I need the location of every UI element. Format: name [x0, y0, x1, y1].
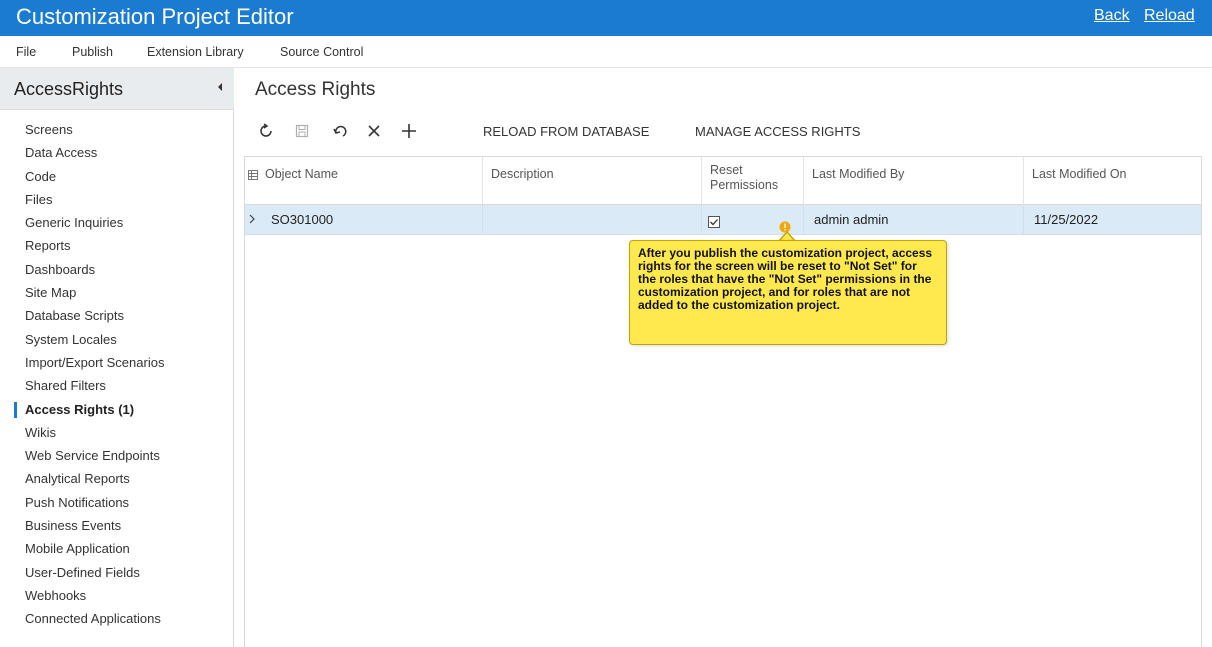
menu-bar: File Publish Extension Library Source Co…: [0, 36, 1212, 68]
add-icon[interactable]: [398, 120, 420, 142]
sidebar-item-wikis[interactable]: Wikis: [0, 421, 234, 444]
sidebar-item-business-events[interactable]: Business Events: [0, 514, 234, 537]
main-content: Access Rights RELOAD FROM DATABASE MANAG…: [235, 68, 1212, 647]
sidebar-item-database-scripts[interactable]: Database Scripts: [0, 304, 234, 327]
access-rights-grid: Object Name Description Reset Permission…: [244, 156, 1202, 647]
sidebar-item-site-map[interactable]: Site Map: [0, 281, 234, 304]
sidebar-item-screens[interactable]: Screens: [0, 118, 234, 141]
grid-header: Object Name Description Reset Permission…: [245, 157, 1201, 205]
reset-permissions-checkbox[interactable]: [708, 209, 720, 239]
menu-extension-library[interactable]: Extension Library: [147, 45, 244, 59]
sidebar-item-web-service-endpoints[interactable]: Web Service Endpoints: [0, 444, 234, 467]
manage-access-rights-button[interactable]: MANAGE ACCESS RIGHTS: [695, 124, 860, 139]
sidebar-header: AccessRights: [0, 68, 234, 110]
reload-from-database-button[interactable]: RELOAD FROM DATABASE: [483, 124, 649, 139]
collapse-sidebar-icon[interactable]: [216, 82, 228, 96]
sidebar-item-data-access[interactable]: Data Access: [0, 141, 234, 164]
sidebar-item-dashboards[interactable]: Dashboards: [0, 258, 234, 281]
refresh-icon[interactable]: [255, 120, 277, 142]
cell-object-name[interactable]: SO301000: [263, 205, 483, 235]
cell-description[interactable]: [483, 205, 702, 235]
column-reset-permissions[interactable]: Reset Permissions: [702, 157, 804, 205]
sidebar-item-generic-inquiries[interactable]: Generic Inquiries: [0, 211, 234, 234]
sidebar-item-import-export-scenarios[interactable]: Import/Export Scenarios: [0, 351, 234, 374]
column-last-modified-on[interactable]: Last Modified On: [1024, 157, 1201, 205]
sidebar: AccessRights Screens Data Access Code Files…: [0, 68, 234, 647]
delete-icon[interactable]: [363, 120, 385, 142]
cell-last-modified-on[interactable]: 11/25/2022: [1024, 205, 1201, 235]
project-name: AccessRights: [14, 79, 124, 99]
sidebar-item-code[interactable]: Code: [0, 165, 234, 188]
sidebar-item-analytical-reports[interactable]: Analytical Reports: [0, 467, 234, 490]
column-object-name[interactable]: Object Name: [257, 157, 483, 205]
sidebar-item-push-notifications[interactable]: Push Notifications: [0, 491, 234, 514]
sidebar-item-reports[interactable]: Reports: [0, 234, 234, 257]
reload-link[interactable]: Reload: [1144, 7, 1195, 25]
sidebar-item-connected-applications[interactable]: Connected Applications: [0, 607, 234, 630]
sidebar-item-user-defined-fields[interactable]: User-Defined Fields: [0, 561, 234, 584]
table-row[interactable]: SO301000 admin admin 11/25/2022: [245, 205, 1201, 235]
back-link[interactable]: Back: [1094, 7, 1130, 25]
menu-file[interactable]: File: [16, 45, 36, 59]
expand-row-icon[interactable]: [245, 205, 263, 235]
sidebar-item-webhooks[interactable]: Webhooks: [0, 584, 234, 607]
sidebar-item-access-rights-1[interactable]: Access Rights (1): [0, 398, 234, 421]
sidebar-item-system-locales[interactable]: System Locales: [0, 328, 234, 351]
sidebar-item-files[interactable]: Files: [0, 188, 234, 211]
undo-icon[interactable]: [329, 120, 351, 142]
menu-source-control[interactable]: Source Control: [280, 45, 363, 59]
cell-last-modified-by[interactable]: admin admin: [804, 205, 1024, 235]
title-bar: Customization Project Editor Back Reload: [0, 0, 1212, 36]
app-title: Customization Project Editor: [16, 4, 294, 29]
column-last-modified-by[interactable]: Last Modified By: [804, 157, 1024, 205]
column-description[interactable]: Description: [483, 157, 702, 205]
save-icon[interactable]: [291, 120, 313, 142]
sidebar-item-mobile-application[interactable]: Mobile Application: [0, 537, 234, 560]
menu-publish[interactable]: Publish: [72, 45, 113, 59]
sidebar-item-shared-filters[interactable]: Shared Filters: [0, 374, 234, 397]
sidebar-nav: Screens Data Access Code Files Generic Inqui…: [0, 118, 234, 631]
warning-tooltip: After you publish the customization proj…: [629, 240, 947, 345]
page-title: Access Rights: [255, 79, 376, 100]
